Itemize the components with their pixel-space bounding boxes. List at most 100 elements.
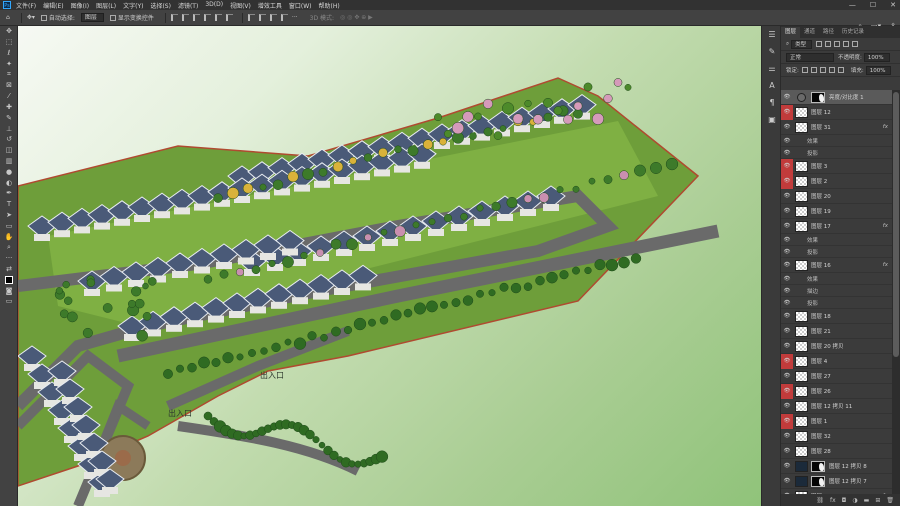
eye-icon[interactable]: 👁 (781, 369, 793, 384)
properties-icon[interactable]: ▣ (762, 111, 782, 128)
menu-item[interactable]: 滤镜(T) (178, 1, 198, 10)
align-top-icon[interactable] (203, 14, 211, 21)
paragraph-icon[interactable]: ¶ (762, 94, 782, 111)
screen-mode-icon[interactable]: ▭ (0, 296, 18, 307)
maximize-icon[interactable]: ☐ (870, 1, 876, 9)
menu-item[interactable]: 图层(L) (96, 1, 116, 10)
zoom-tool-icon[interactable]: ⌕ (0, 242, 18, 253)
history-brush-icon[interactable]: ↺ (0, 134, 18, 145)
layer-mask-thumbnail[interactable] (811, 475, 825, 487)
layer-row[interactable]: 👁 图层 18 (781, 309, 892, 324)
auto-select-checkbox[interactable]: 自动选择: (40, 13, 75, 22)
fill-input[interactable]: 100% (865, 65, 892, 75)
shape-tool-icon[interactable]: ▭ (0, 220, 18, 231)
menu-item[interactable]: 编辑(E) (43, 1, 63, 10)
distribute-icon[interactable] (269, 14, 277, 21)
color-swatches-icon[interactable] (0, 274, 18, 285)
layer-effect-row[interactable]: 👁 效果 (781, 273, 892, 285)
layer-row[interactable]: 👁 图层 20 (781, 189, 892, 204)
layer-effect-row[interactable]: 👁 描边 (781, 285, 892, 297)
layer-row[interactable]: 👁 图层 3 (781, 158, 892, 174)
eye-icon[interactable]: 👁 (781, 459, 793, 474)
lock-all-icon[interactable] (837, 67, 844, 73)
3d-orbit-icon[interactable]: ◎ ◎ ✥ ⊕ ▶ (340, 14, 373, 21)
align-right-icon[interactable] (192, 14, 200, 21)
gradient-tool-icon[interactable]: ▥ (0, 156, 18, 167)
marquee-tool-icon[interactable]: ⬚ (0, 37, 18, 48)
eyedropper-icon[interactable]: ⁄ (0, 91, 18, 102)
eye-icon[interactable]: 👁 (781, 399, 793, 414)
dodge-tool-icon[interactable]: ◐ (0, 177, 18, 188)
eye-icon[interactable]: 👁 (781, 324, 793, 339)
layer-row[interactable]: 👁 图层 12 (781, 104, 892, 120)
eye-icon[interactable]: 👁 (781, 309, 793, 324)
frame-tool-icon[interactable]: ⊠ (0, 80, 18, 91)
layer-effect-row[interactable]: 👁 效果 (781, 234, 892, 246)
move-tool-icon[interactable]: ✥▾ (27, 14, 35, 21)
layer-row[interactable]: 👁 图层 1 (781, 413, 892, 429)
menu-item[interactable]: 选择(S) (150, 1, 171, 10)
lock-position-icon[interactable] (819, 67, 826, 73)
layer-row[interactable]: 👁 图层 12 拷贝 8 (781, 459, 892, 474)
healing-brush-icon[interactable]: ✚ (0, 102, 18, 113)
layer-row[interactable]: 👁 图层 32 (781, 429, 892, 444)
character-icon[interactable]: A (762, 77, 782, 94)
crop-tool-icon[interactable]: ⌗ (0, 69, 18, 80)
distribute-icon[interactable] (247, 14, 255, 21)
layer-effect-row[interactable]: 👁 投影 (781, 246, 892, 258)
move-tool-icon[interactable]: ✥ (0, 26, 18, 37)
lock-paint-icon[interactable] (810, 67, 817, 73)
pen-tool-icon[interactable]: ✒ (0, 188, 18, 199)
eye-icon[interactable]: 👁 (781, 90, 793, 105)
eye-icon[interactable]: 👁 (781, 474, 793, 489)
layer-effect-row[interactable]: 👁 效果 (781, 135, 892, 147)
more-tools-icon[interactable]: ··· (0, 253, 18, 264)
filter-type-icon[interactable] (834, 41, 841, 47)
eye-icon[interactable]: 👁 (781, 444, 793, 459)
filter-kind-dropdown[interactable]: 类型 (791, 39, 813, 49)
minimize-icon[interactable]: — (849, 1, 856, 9)
layer-row[interactable]: 👁 图层 16 fx (781, 258, 892, 273)
brush-tool-icon[interactable]: ✎ (0, 112, 18, 123)
layer-row[interactable]: 👁 图层 21 (781, 324, 892, 339)
type-tool-icon[interactable]: T (0, 199, 18, 210)
new-layer-icon[interactable]: ⊞ (875, 497, 880, 504)
eye-icon[interactable]: 👁 (781, 339, 793, 354)
layer-fx-icon[interactable]: fx (883, 124, 888, 130)
show-transform-checkbox[interactable]: 显示变换控件 (109, 13, 154, 22)
eye-icon[interactable]: 👁 (781, 158, 793, 174)
scroll-thumb[interactable] (893, 92, 899, 357)
eye-icon[interactable]: 👁 (781, 383, 793, 399)
layer-scrollbar[interactable] (892, 90, 900, 494)
stamp-tool-icon[interactable]: ⊥ (0, 123, 18, 134)
new-group-icon[interactable]: ▬ (864, 497, 870, 504)
lock-artboard-icon[interactable] (828, 67, 835, 73)
quick-mask-icon[interactable]: ◙ (0, 285, 18, 296)
layer-row[interactable]: 👁 亮度/对比度 1 (781, 90, 892, 105)
menu-item[interactable]: 文字(Y) (123, 1, 143, 10)
layer-row[interactable]: 👁 图层 26 (781, 383, 892, 399)
panel-tab[interactable]: 历史记录 (838, 27, 868, 38)
close-icon[interactable]: ✕ (890, 1, 896, 9)
menu-item[interactable]: 增效工具 (258, 1, 282, 10)
swap-colors-icon[interactable]: ⇄ (0, 264, 18, 275)
layer-row[interactable]: 👁 图层 12 拷贝 11 (781, 399, 892, 414)
lock-pixels-icon[interactable] (801, 67, 808, 73)
align-middle-icon[interactable] (214, 14, 222, 21)
new-adjustment-icon[interactable]: ◑ (852, 497, 857, 504)
opacity-input[interactable]: 100% (863, 52, 890, 62)
menu-item[interactable]: 视图(V) (230, 1, 251, 10)
eye-icon[interactable]: 👁 (781, 173, 793, 189)
layer-row[interactable]: 👁 图层 31 fx (781, 120, 892, 135)
path-select-icon[interactable]: ➤ (0, 210, 18, 221)
auto-select-dropdown[interactable]: 图层 (80, 13, 104, 22)
eye-icon[interactable]: 👁 (781, 204, 793, 219)
layer-mask-thumbnail[interactable] (811, 91, 825, 103)
lasso-tool-icon[interactable]: ℓ (0, 48, 18, 59)
menu-item[interactable]: 图像(I) (71, 1, 89, 10)
delete-layer-icon[interactable]: 🗑 (886, 497, 894, 504)
blend-mode-dropdown[interactable]: 正常 (786, 52, 834, 62)
panel-tab[interactable]: 路径 (819, 27, 838, 38)
eraser-icon[interactable]: ◫ (0, 145, 18, 156)
layer-mask-thumbnail[interactable] (811, 460, 825, 472)
